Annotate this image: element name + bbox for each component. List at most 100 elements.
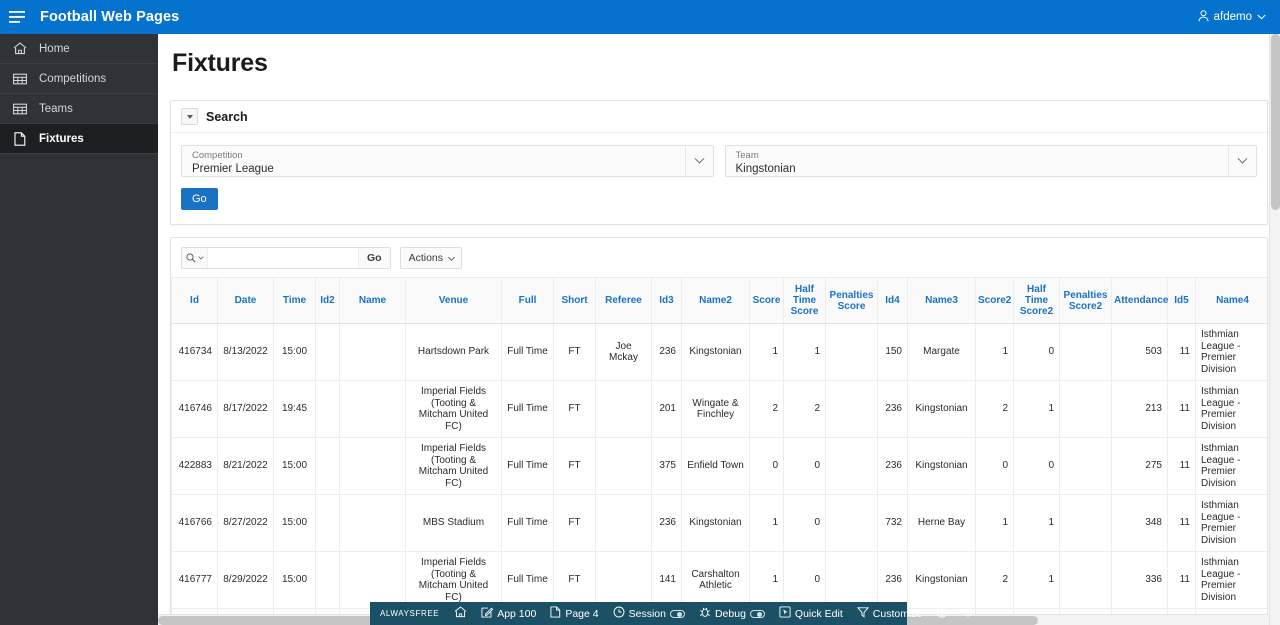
chevron-down-icon xyxy=(1257,11,1266,23)
cell-halftimescore2: 1 xyxy=(1013,494,1060,552)
column-header-id3[interactable]: Id3 xyxy=(651,277,682,324)
column-header-penalties-score2[interactable]: Penalties Score2 xyxy=(1059,277,1112,324)
sidebar-item-home[interactable]: Home xyxy=(0,34,158,64)
search-region-body: Competition Premier League Team Kingston… xyxy=(171,133,1267,224)
column-header-name[interactable]: Name xyxy=(339,277,406,324)
sidebar-item-fixtures[interactable]: Fixtures xyxy=(0,124,158,154)
cell-venue: Imperial Fields (Tooting & Mitcham Unite… xyxy=(405,380,502,438)
sidebar-item-teams[interactable]: Teams xyxy=(0,94,158,124)
column-header-time[interactable]: Time xyxy=(273,277,316,324)
chevron-down-icon[interactable] xyxy=(684,146,713,176)
cell-attendance: 275 xyxy=(1111,437,1168,495)
dev-page-label: Page 4 xyxy=(565,607,599,620)
column-header-referee[interactable]: Referee xyxy=(595,277,652,324)
column-header-penalties-score[interactable]: Penalties Score xyxy=(825,277,878,324)
table-row[interactable]: 416734 8/13/2022 15:00 Hartsdown Park Full T… xyxy=(171,323,1267,381)
cell-id3: 201 xyxy=(651,380,682,438)
dev-customize-button[interactable]: Customize xyxy=(850,602,930,625)
cell-halftimescore2: 1 xyxy=(1013,380,1060,438)
table-row[interactable]: 416777 8/29/2022 15:00 Imperial Fields (Too… xyxy=(171,551,1267,609)
table-row[interactable]: 416746 8/17/2022 19:45 Imperial Fields (Too… xyxy=(171,380,1267,438)
column-header-name3[interactable]: Name3 xyxy=(907,277,976,324)
team-select[interactable]: Team Kingstonian xyxy=(724,145,1257,177)
actions-button[interactable]: Actions xyxy=(399,247,463,269)
column-header-name2[interactable]: Name2 xyxy=(681,277,750,324)
table-header: Id Date Time Id2 Name Venue Full Short Referee Id… xyxy=(171,277,1267,324)
cell-venue: Imperial Fields (Tooting & Mitcham Unite… xyxy=(405,437,502,495)
table-row[interactable]: 422883 8/21/2022 15:00 Imperial Fields (Too… xyxy=(171,437,1267,495)
column-header-venue[interactable]: Venue xyxy=(405,277,502,324)
cell-name2: Enfield Town xyxy=(681,437,750,495)
cell-date: 8/13/2022 xyxy=(217,323,274,381)
gear-icon xyxy=(962,606,974,621)
report-go-button[interactable]: Go xyxy=(358,248,390,268)
magnifier-icon[interactable] xyxy=(182,248,208,268)
column-header-score2[interactable]: Score2 xyxy=(975,277,1014,324)
dev-session-button[interactable]: Session xyxy=(606,602,692,625)
cell-time: 19:45 xyxy=(273,380,316,438)
table-header-row: Id Date Time Id2 Name Venue Full Short Referee Id… xyxy=(171,277,1267,324)
column-header-short[interactable]: Short xyxy=(553,277,596,324)
dev-debug-button[interactable]: Debug xyxy=(692,602,772,625)
cell-halftimescore: 2 xyxy=(783,380,826,438)
dev-home-button[interactable] xyxy=(447,602,474,625)
vertical-scrollbar-thumb[interactable] xyxy=(1271,34,1280,210)
cell-halftimescore: 0 xyxy=(783,551,826,609)
column-header-name4[interactable]: Name4 xyxy=(1195,277,1267,324)
cell-id2 xyxy=(315,437,340,495)
column-header-date[interactable]: Date xyxy=(217,277,274,324)
caret-down-icon[interactable] xyxy=(181,108,198,125)
app-title: Football Web Pages xyxy=(40,9,180,25)
cell-id2 xyxy=(315,380,340,438)
column-header-id4[interactable]: Id4 xyxy=(877,277,908,324)
cell-referee: Joe Mckay xyxy=(595,323,652,381)
cell-date: 8/17/2022 xyxy=(217,380,274,438)
vertical-scrollbar[interactable] xyxy=(1269,34,1280,625)
cell-short: FT xyxy=(553,437,596,495)
cell-name3: Kingstonian xyxy=(907,380,976,438)
column-header-attendance[interactable]: Attendance xyxy=(1111,277,1168,324)
report-region: Go Actions Id Date Time Id2 Name Venue Full Sho… xyxy=(170,237,1268,625)
dev-page-button[interactable]: Page 4 xyxy=(543,602,605,625)
competition-select[interactable]: Competition Premier League xyxy=(181,145,714,177)
user-menu[interactable]: afdemo xyxy=(1198,9,1280,25)
debug-toggle[interactable] xyxy=(749,609,765,618)
dev-settings-button[interactable] xyxy=(955,602,981,625)
cell-id2 xyxy=(315,323,340,381)
sidebar-item-competitions[interactable]: Competitions xyxy=(0,64,158,94)
cell-name2: Kingstonian xyxy=(681,494,750,552)
cell-penaltiesscore2 xyxy=(1059,380,1112,438)
session-toggle[interactable] xyxy=(669,609,685,618)
column-header-half-time-score2[interactable]: Half Time Score2 xyxy=(1013,277,1060,324)
column-header-id5[interactable]: Id5 xyxy=(1167,277,1196,324)
search-region-title: Search xyxy=(206,109,248,124)
dev-quick-edit-button[interactable]: Quick Edit xyxy=(772,602,850,625)
cell-name xyxy=(339,380,406,438)
cell-referee xyxy=(595,494,652,552)
column-header-id2[interactable]: Id2 xyxy=(315,277,340,324)
cell-halftimescore2: 0 xyxy=(1013,437,1060,495)
competition-label: Competition xyxy=(192,149,243,161)
column-header-score[interactable]: Score xyxy=(749,277,784,324)
search-input[interactable] xyxy=(208,248,358,268)
cell-referee xyxy=(595,380,652,438)
cell-halftimescore: 0 xyxy=(783,494,826,552)
cell-id5: 11 xyxy=(1167,380,1196,438)
column-header-id[interactable]: Id xyxy=(171,277,218,324)
table-row[interactable]: 416766 8/27/2022 15:00 MBS Stadium Full Time… xyxy=(171,494,1267,552)
dev-app-button[interactable]: App 100 xyxy=(474,602,543,625)
cell-score2: 2 xyxy=(975,380,1014,438)
column-header-half-time-score[interactable]: Half Time Score xyxy=(783,277,826,324)
sidebar-item-label: Home xyxy=(39,42,70,55)
cell-score: 1 xyxy=(749,323,784,381)
column-header-full[interactable]: Full xyxy=(501,277,554,324)
cell-time: 15:00 xyxy=(273,551,316,609)
cell-id2 xyxy=(315,551,340,609)
dev-info-button[interactable] xyxy=(929,602,955,625)
search-go-button[interactable]: Go xyxy=(181,188,218,210)
developer-toolbar-brand: ALWAYSFREE xyxy=(380,609,440,618)
chevron-down-icon[interactable] xyxy=(1228,146,1256,176)
cell-full: Full Time xyxy=(501,437,554,495)
hamburger-icon[interactable] xyxy=(0,0,34,34)
cell-short: FT xyxy=(553,494,596,552)
